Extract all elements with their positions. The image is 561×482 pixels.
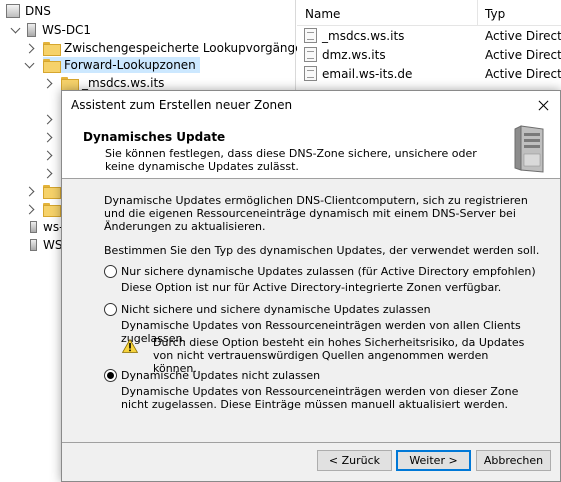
zone-name: dmz.ws.its [322,48,386,62]
page-title: Dynamisches Update [83,130,226,144]
warning-icon [122,339,138,353]
radio-no-dynamic-updates[interactable]: Dynamische Updates nicht zulassen [104,369,320,382]
page-subtitle: Sie können festlegen, dass diese DNS-Zon… [105,147,477,173]
zone-name: email.ws-its.de [322,67,413,81]
folder-icon [43,185,61,199]
next-button[interactable]: Weiter > [396,450,471,471]
folder-icon [43,203,61,217]
chevron-down-icon[interactable] [10,23,21,34]
chevron-right-icon[interactable] [42,168,53,178]
dns-icon [6,4,20,18]
radio-label[interactable]: Nur sichere dynamische Updates zulassen … [121,265,536,278]
dialog-separator [62,442,560,443]
chevron-right-icon[interactable] [42,114,53,124]
chevron-right-icon[interactable] [42,78,53,88]
list-item[interactable]: _msdcs.ws.its Active Directory [297,26,561,45]
option-description: Dynamische Updates von Ressourceneinträg… [121,385,519,411]
close-icon[interactable] [526,91,560,121]
intro-text: Dynamische Updates ermöglichen DNS-Clien… [104,194,528,233]
chevron-down-icon[interactable] [24,58,35,69]
list-header: Name Typ [297,0,561,26]
server-icon [514,125,544,173]
tree-item-hidden-3[interactable] [42,146,53,164]
tree-item-hidden-6[interactable] [24,200,64,218]
chevron-right-icon[interactable] [42,132,53,142]
zone-type: Active Directory [485,48,561,62]
list-item[interactable]: dmz.ws.its Active Directory [297,45,561,64]
wizard-header: Dynamisches Update Sie können festlegen,… [62,121,560,179]
zone-type: Active Directory [485,29,561,43]
tree-item-ws-lower[interactable]: ws- [30,218,63,236]
server-icon [30,239,37,251]
chevron-right-icon[interactable] [24,204,35,214]
tree-label-dns: DNS [25,4,51,18]
list-item[interactable]: email.ws-its.de Active Directory [297,64,561,83]
back-button[interactable]: < Zurück [317,450,392,471]
new-zone-wizard-dialog: Assistent zum Erstellen neuer Zonen Dyna… [61,90,561,482]
zone-file-icon [304,47,317,62]
radio-label[interactable]: Dynamische Updates nicht zulassen [121,369,320,382]
prompt-text: Bestimmen Sie den Typ des dynamischen Up… [104,244,540,257]
tree-label-cached: Zwischengespeicherte Lookupvorgänge [64,41,303,55]
radio-button[interactable] [104,303,117,316]
chevron-right-icon[interactable] [24,43,35,53]
tree-item-hidden-5[interactable] [24,182,64,200]
column-header-name[interactable]: Name [305,7,340,21]
radio-button[interactable] [104,265,117,278]
folder-icon [61,77,79,91]
folder-icon [43,42,61,56]
column-divider[interactable] [477,0,478,26]
tree-label-msdcs: _msdcs.ws.its [82,76,165,90]
tree-item-hidden-2[interactable] [42,128,53,146]
chevron-right-icon[interactable] [42,150,53,160]
tree-item-hidden-4[interactable] [42,164,53,182]
folder-icon [43,59,61,73]
zone-file-icon [304,28,317,43]
dialog-title: Assistent zum Erstellen neuer Zonen [71,98,293,112]
chevron-right-icon[interactable] [24,186,35,196]
radio-label[interactable]: Nicht sichere und sichere dynamische Upd… [121,303,431,316]
zone-name: _msdcs.ws.its [322,29,405,43]
tree-item-hidden-1[interactable] [42,110,53,128]
cancel-button[interactable]: Abbrechen [476,450,551,471]
tree-label-ws-upper: WS [43,238,63,252]
wizard-body: Dynamische Updates ermöglichen DNS-Clien… [62,180,560,442]
tree-item-ws-upper[interactable]: WS [30,236,62,254]
option-description: Diese Option ist nur für Active Director… [121,281,502,294]
tree-label-forward: Forward-Lookupzonen [64,58,196,72]
dialog-titlebar[interactable]: Assistent zum Erstellen neuer Zonen [62,91,560,121]
tree-item-cached-lookups[interactable]: Zwischengespeicherte Lookupvorgänge [24,39,303,57]
zone-type: Active Directory [485,67,561,81]
tree-item-forward-zones[interactable]: Forward-Lookupzonen [24,56,200,74]
tree-label-server: WS-DC1 [42,23,92,37]
column-header-type[interactable]: Typ [485,7,505,21]
radio-secure-only[interactable]: Nur sichere dynamische Updates zulassen … [104,265,536,278]
radio-nonsecure-and-secure[interactable]: Nicht sichere und sichere dynamische Upd… [104,303,431,316]
zone-file-icon [304,66,317,81]
tree-item-server[interactable]: WS-DC1 [10,21,92,39]
radio-button[interactable] [104,369,117,382]
server-icon [27,23,36,37]
server-icon [30,221,37,233]
tree-item-dns[interactable]: DNS [6,2,51,20]
